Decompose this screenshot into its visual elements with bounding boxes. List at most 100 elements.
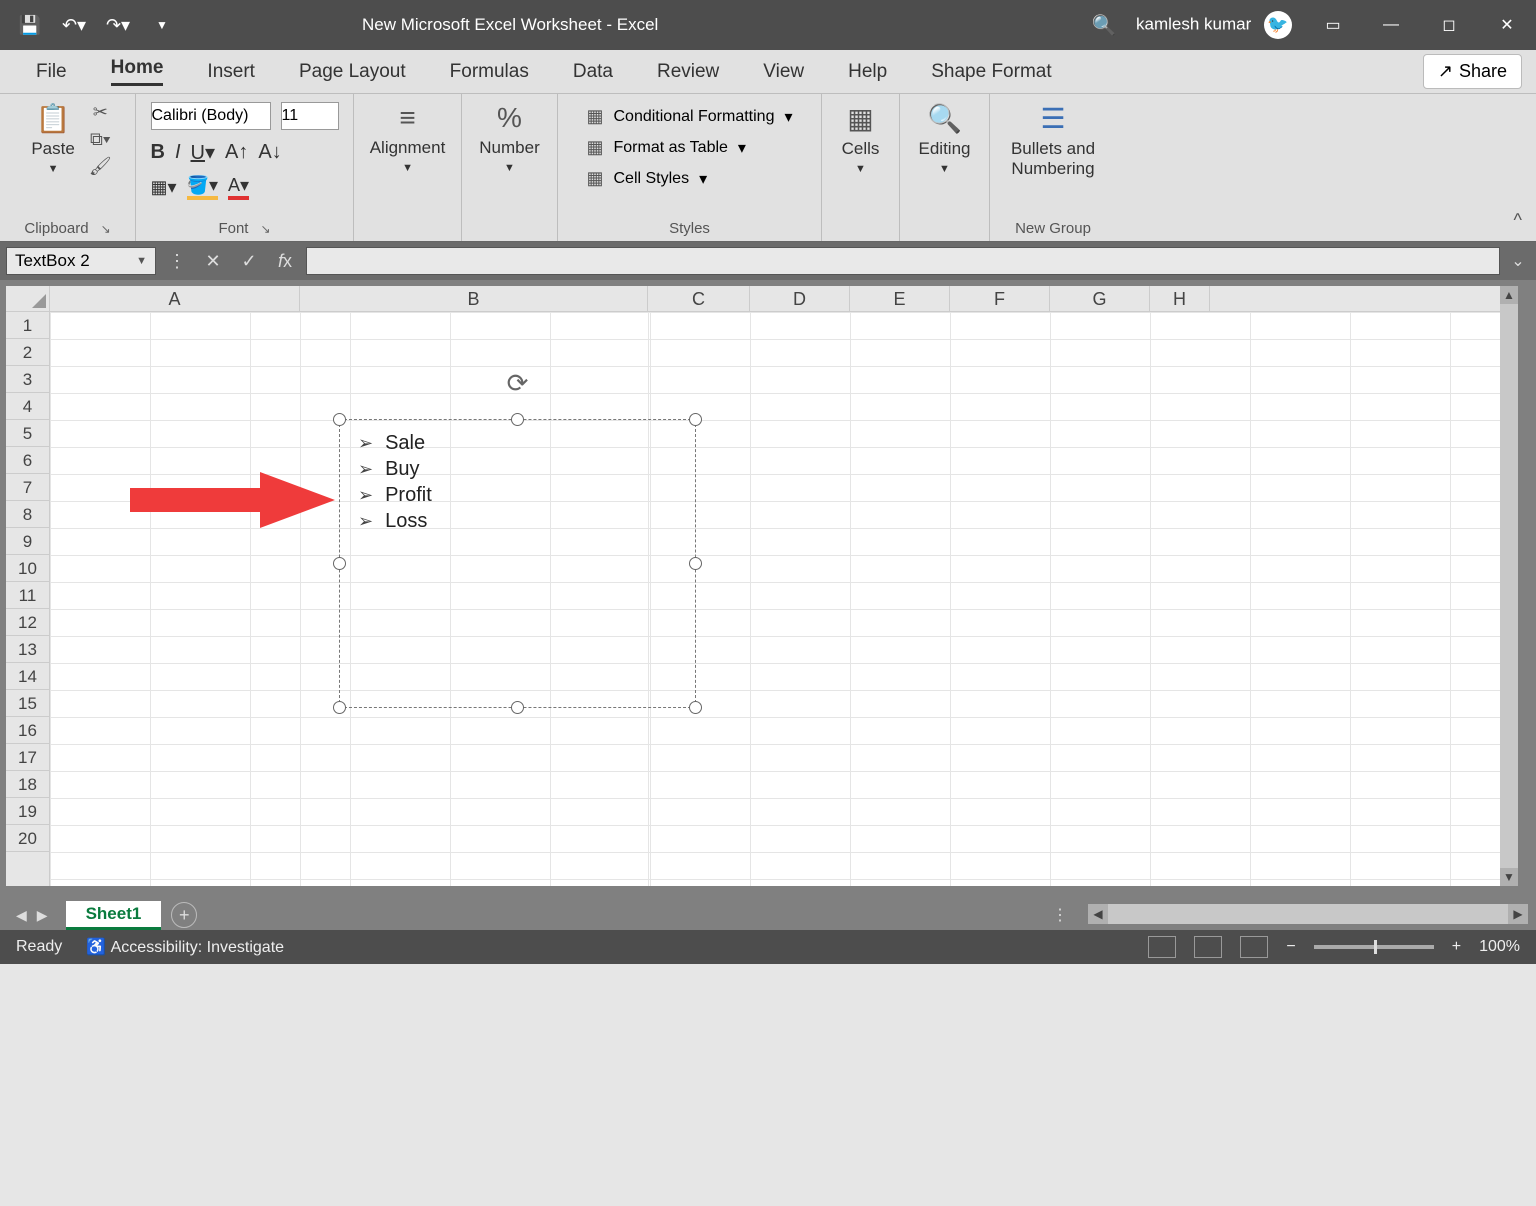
resize-handle[interactable] (333, 701, 346, 714)
editing-button[interactable]: 🔍 Editing▼ (911, 102, 979, 175)
font-color-button[interactable]: A▾ (228, 175, 249, 200)
account-name[interactable]: kamlesh kumar 🐦 (1124, 11, 1304, 39)
alignment-button[interactable]: ≡ Alignment▼ (362, 102, 454, 174)
cancel-entry-icon[interactable]: ✕ (198, 247, 228, 275)
underline-button[interactable]: U▾ (191, 140, 216, 165)
sheet-tab[interactable]: Sheet1 (66, 901, 162, 930)
fx-icon[interactable]: fx (270, 247, 300, 275)
col-header[interactable]: C (648, 286, 750, 311)
paste-button[interactable]: 📋 Paste ▼ (23, 102, 82, 175)
col-header[interactable]: H (1150, 286, 1210, 311)
font-launcher-icon[interactable]: ↘ (260, 222, 270, 236)
qat-customize[interactable]: ▼ (142, 5, 182, 45)
row-header[interactable]: 17 (6, 744, 49, 771)
format-painter-icon[interactable]: 🖌 (89, 156, 112, 177)
row-header[interactable]: 13 (6, 636, 49, 663)
tab-view[interactable]: View (741, 50, 826, 94)
format-as-table-button[interactable]: ▦Format as Table ▾ (586, 137, 745, 158)
fill-color-button[interactable]: 🪣▾ (187, 175, 218, 200)
page-layout-view-icon[interactable] (1194, 936, 1222, 958)
textbox-shape[interactable]: ⟳ Sale Buy Profit Loss (339, 419, 696, 708)
tab-page-layout[interactable]: Page Layout (277, 50, 428, 94)
row-header[interactable]: 10 (6, 555, 49, 582)
row-header[interactable]: 20 (6, 825, 49, 852)
decrease-font-icon[interactable]: A↓ (258, 141, 281, 164)
resize-handle[interactable] (689, 413, 702, 426)
vertical-scrollbar[interactable]: ▲ ▼ (1500, 286, 1518, 886)
zoom-out-button[interactable]: − (1286, 938, 1295, 956)
close-button[interactable]: ✕ (1478, 0, 1536, 50)
font-name-select[interactable] (151, 102, 271, 130)
new-sheet-button[interactable]: + (171, 902, 197, 928)
col-header[interactable]: E (850, 286, 950, 311)
tab-shape-format[interactable]: Shape Format (909, 50, 1073, 94)
cells-grid[interactable]: ⟳ Sale Buy Profit Loss (50, 312, 1518, 886)
rotate-handle-icon[interactable]: ⟳ (507, 368, 529, 399)
copy-icon[interactable]: ⧉▾ (90, 129, 110, 150)
zoom-slider[interactable] (1314, 945, 1434, 949)
borders-button[interactable]: ▦▾ (151, 177, 177, 198)
ribbon-display-options[interactable]: ▭ (1304, 0, 1362, 50)
zoom-in-button[interactable]: + (1452, 938, 1461, 956)
italic-button[interactable]: I (175, 141, 181, 164)
row-header[interactable]: 14 (6, 663, 49, 690)
row-header[interactable]: 19 (6, 798, 49, 825)
formula-input[interactable] (306, 247, 1500, 275)
row-header[interactable]: 8 (6, 501, 49, 528)
row-header[interactable]: 3 (6, 366, 49, 393)
resize-handle[interactable] (689, 701, 702, 714)
resize-handle[interactable] (333, 413, 346, 426)
avatar[interactable]: 🐦 (1264, 11, 1292, 39)
row-header[interactable]: 12 (6, 609, 49, 636)
row-header[interactable]: 2 (6, 339, 49, 366)
tab-help[interactable]: Help (826, 50, 909, 94)
col-header[interactable]: B (300, 286, 648, 311)
resize-handle[interactable] (333, 557, 346, 570)
horizontal-scrollbar[interactable]: ◀▶ (1088, 904, 1528, 924)
page-break-view-icon[interactable] (1240, 936, 1268, 958)
row-header[interactable]: 11 (6, 582, 49, 609)
redo-button[interactable]: ↷▾ (98, 5, 138, 45)
search-icon[interactable]: 🔍 (1084, 13, 1124, 38)
save-icon[interactable]: 💾 (10, 5, 50, 45)
resize-handle[interactable] (511, 413, 524, 426)
tab-split-handle[interactable]: ⋮ (1052, 905, 1068, 925)
cell-styles-button[interactable]: ▦Cell Styles ▾ (586, 168, 707, 189)
row-header[interactable]: 18 (6, 771, 49, 798)
sheet-nav-prev[interactable]: ◀ (16, 907, 27, 924)
col-header[interactable]: G (1050, 286, 1150, 311)
tab-home[interactable]: Home (89, 50, 186, 94)
normal-view-icon[interactable] (1148, 936, 1176, 958)
name-box[interactable]: TextBox 2▼ (6, 247, 156, 275)
font-size-select[interactable] (281, 102, 339, 130)
bullets-numbering-button[interactable]: ☰ Bullets and Numbering (1000, 102, 1106, 179)
tab-file[interactable]: File (14, 50, 89, 94)
row-header[interactable]: 6 (6, 447, 49, 474)
tab-insert[interactable]: Insert (185, 50, 277, 94)
clipboard-launcher-icon[interactable]: ↘ (101, 222, 111, 236)
scroll-up-icon[interactable]: ▲ (1500, 286, 1518, 304)
col-header[interactable]: F (950, 286, 1050, 311)
col-header[interactable]: D (750, 286, 850, 311)
cells-button[interactable]: ▦ Cells▼ (834, 102, 888, 175)
number-button[interactable]: % Number▼ (471, 102, 547, 174)
row-header[interactable]: 16 (6, 717, 49, 744)
tab-review[interactable]: Review (635, 50, 741, 94)
collapse-ribbon-icon[interactable]: ^ (1514, 210, 1522, 231)
enter-entry-icon[interactable]: ✓ (234, 247, 264, 275)
undo-button[interactable]: ↶▾ (54, 5, 94, 45)
row-header[interactable]: 5 (6, 420, 49, 447)
conditional-formatting-button[interactable]: ▦Conditional Formatting ▾ (586, 106, 792, 127)
row-header[interactable]: 9 (6, 528, 49, 555)
expand-formula-bar[interactable]: ⌄ (1506, 251, 1530, 271)
resize-handle[interactable] (689, 557, 702, 570)
select-all-button[interactable] (6, 286, 50, 312)
bold-button[interactable]: B (151, 141, 165, 164)
maximize-button[interactable]: ◻ (1420, 0, 1478, 50)
cut-icon[interactable]: ✂ (93, 102, 108, 123)
row-header[interactable]: 7 (6, 474, 49, 501)
accessibility-status[interactable]: ♿ Accessibility: Investigate (86, 937, 284, 957)
increase-font-icon[interactable]: A↑ (225, 141, 248, 164)
scroll-down-icon[interactable]: ▼ (1500, 868, 1518, 886)
row-header[interactable]: 4 (6, 393, 49, 420)
